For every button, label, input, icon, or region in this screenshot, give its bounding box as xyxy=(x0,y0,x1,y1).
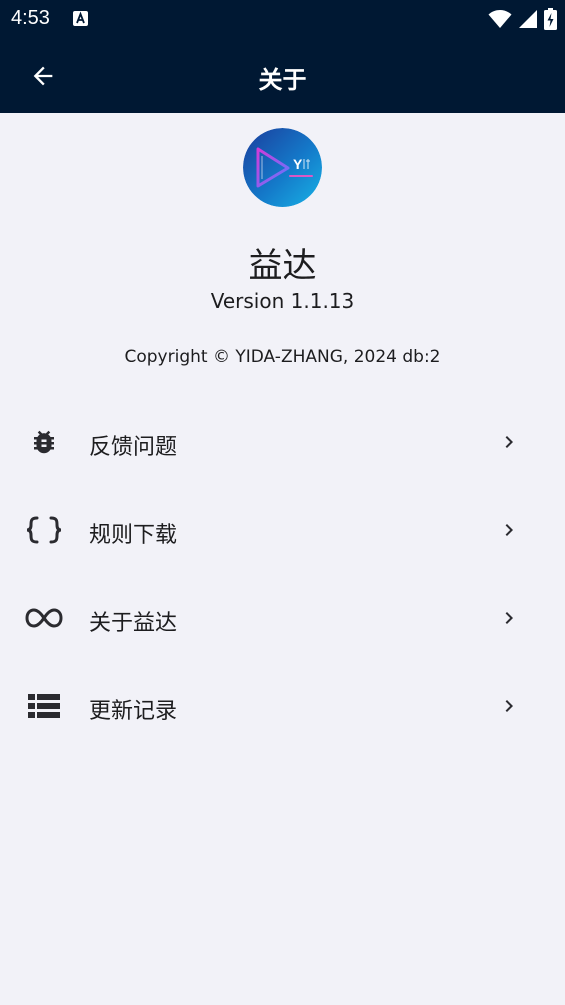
svg-text:Y: Y xyxy=(293,156,303,172)
list-icon xyxy=(24,690,64,722)
chevron-right-icon xyxy=(505,612,513,624)
a-box-icon xyxy=(73,11,88,26)
status-icons xyxy=(488,8,557,30)
chevron-right-icon xyxy=(505,436,513,448)
cell-signal-icon xyxy=(519,10,537,28)
app-bar: 关于 xyxy=(0,40,565,113)
app-version: Version 1.1.13 xyxy=(210,289,355,313)
menu-item-about-yida[interactable]: 关于益达 xyxy=(0,574,565,662)
status-bar: 4:53 xyxy=(0,0,565,40)
wifi-icon xyxy=(488,10,512,28)
menu-item-label: 反馈问题 xyxy=(89,435,178,460)
app-name: 益达 xyxy=(248,246,317,286)
copyright-text: Copyright © YIDA-ZHANG, 2024 db:2 xyxy=(124,347,441,367)
battery-charging-icon xyxy=(544,8,557,30)
app-logo: Y xyxy=(243,128,322,207)
menu-item-rule-download[interactable]: 规则下载 xyxy=(0,486,565,574)
curly-braces-icon xyxy=(24,514,64,546)
bug-icon xyxy=(24,426,64,458)
menu-item-label: 规则下载 xyxy=(89,523,178,548)
chevron-right-icon xyxy=(505,524,513,536)
page-title: 关于 xyxy=(258,66,307,94)
menu-item-label: 更新记录 xyxy=(89,699,178,724)
menu-item-feedback[interactable]: 反馈问题 xyxy=(0,398,565,486)
status-time: 4:53 xyxy=(11,7,50,29)
chevron-right-icon xyxy=(505,700,513,712)
about-menu: 反馈问题 规则下载 关于益达 更新记录 xyxy=(0,398,565,750)
menu-item-label: 关于益达 xyxy=(89,611,178,636)
menu-item-changelog[interactable]: 更新记录 xyxy=(0,662,565,750)
infinity-icon xyxy=(24,602,64,634)
